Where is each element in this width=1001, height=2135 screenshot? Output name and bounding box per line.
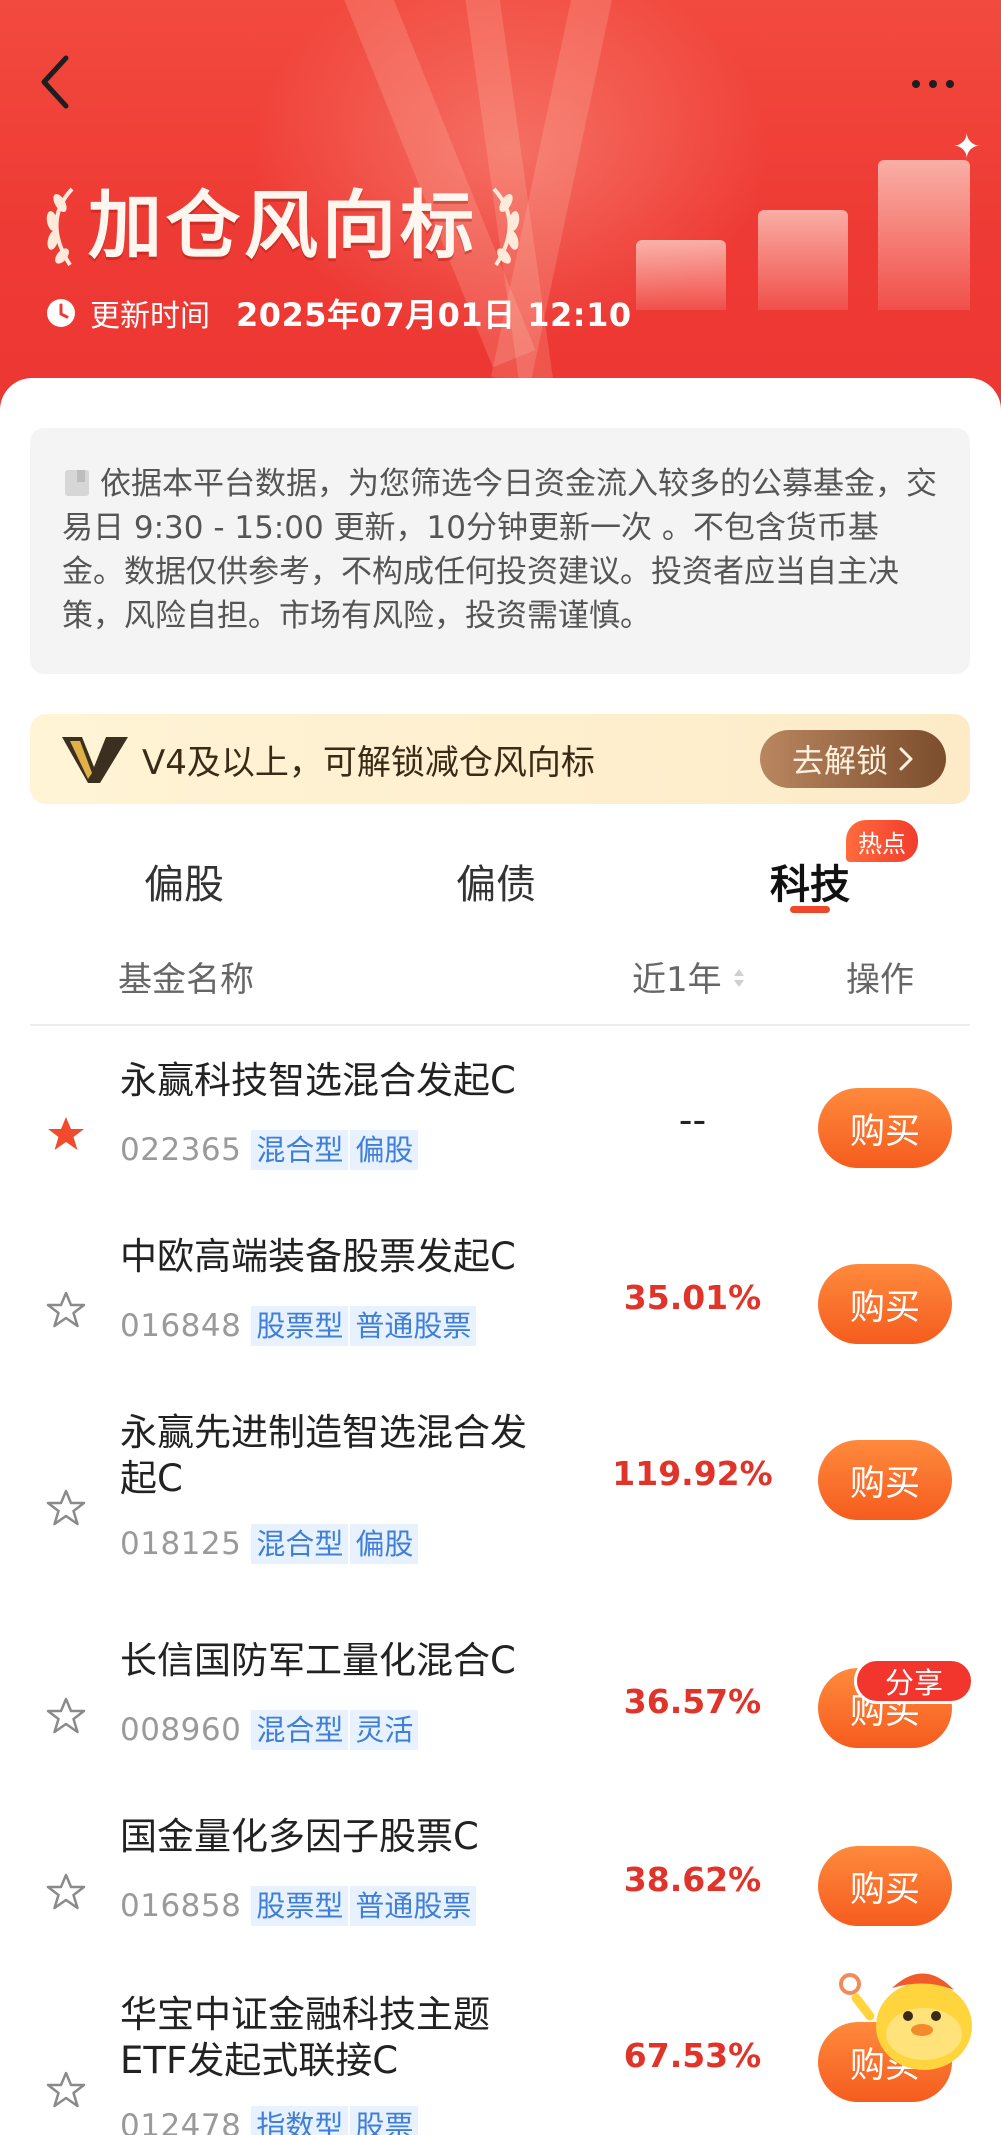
header-divider (30, 1024, 970, 1026)
fund-meta: 016858 股票型 普通股票 (120, 1886, 477, 1926)
star-outline-icon[interactable] (46, 1488, 86, 1528)
fund-code: 012478 (120, 2108, 242, 2135)
header-fund-name: 基金名称 (118, 960, 254, 1000)
sort-icon (733, 969, 744, 987)
share-mascot-icon[interactable] (836, 1938, 986, 2088)
star-outline-icon[interactable] (46, 1872, 86, 1912)
fund-type-tag: 混合型 (251, 1130, 349, 1170)
fund-return: 35.01% (623, 1278, 762, 1317)
active-tab-indicator (790, 906, 830, 913)
title-text: 加仓风向标 (88, 183, 478, 269)
list-header: 基金名称 近1年 操作 (0, 926, 1001, 1022)
fund-name: 永赢科技智选混合发起C (120, 1059, 516, 1102)
chevron-left-icon (41, 55, 69, 109)
update-time: 2025年07月01日 12:10 (236, 296, 632, 334)
fund-return: -- (678, 1098, 707, 1142)
fund-style-tag: 普通股票 (348, 1306, 477, 1346)
clock-icon (47, 299, 75, 327)
laurel-right-icon (492, 187, 520, 267)
content-sheet: 依据本平台数据，为您筛选今日资金流入较多的公募基金，交易日 9:30 - 15:… (0, 378, 1001, 2135)
fund-name: 长信国防军工量化混合C (120, 1639, 516, 1682)
fund-return: 36.57% (623, 1682, 762, 1721)
fund-style-tag: 普通股票 (348, 1886, 477, 1926)
unlock-button-label: 去解锁 (791, 742, 888, 780)
fund-return: 38.62% (623, 1860, 762, 1899)
star-outline-icon[interactable] (46, 1696, 86, 1736)
update-label: 更新时间 (90, 299, 210, 334)
fund-meta: 008960 混合型 灵活 (120, 1710, 419, 1750)
vip-banner-text: V4及以上，可解锁减仓风向标 (142, 742, 595, 783)
fund-name: 中欧高端装备股票发起C (120, 1235, 516, 1278)
laurel-left-icon (46, 187, 74, 267)
fund-code: 022365 (120, 1132, 242, 1168)
fund-meta: 022365 混合型 偏股 (120, 1130, 419, 1170)
fund-row[interactable]: 中欧高端装备股票发起C 016848 股票型 普通股票 35.01% 购买 (0, 1222, 1001, 1392)
buy-button[interactable]: 购买 (818, 1088, 952, 1168)
sparkle-icon: ✦ (952, 127, 982, 167)
fund-row[interactable]: 永赢先进制造智选混合发 起C 018125 混合型 偏股 119.92% 购买 (0, 1398, 1001, 1612)
more-dots-icon (912, 80, 920, 88)
star-outline-icon[interactable] (46, 1290, 86, 1330)
buy-button[interactable]: 购买 (818, 1846, 952, 1926)
share-button[interactable]: 分享 (854, 1658, 974, 1704)
header-action: 操作 (846, 960, 914, 1000)
header-banner: ✦ 加仓风向标 更新时间 2025年07月01日 12:10 (0, 0, 1001, 420)
fund-code: 016848 (120, 1308, 242, 1344)
fund-meta: 016848 股票型 普通股票 (120, 1306, 477, 1346)
fund-code: 018125 (120, 1526, 242, 1562)
fund-style-tag: 股票 (348, 2106, 419, 2135)
header-1yr-return[interactable]: 近1年 (632, 952, 746, 1001)
page-title: 加仓风向标 (32, 176, 534, 276)
fund-type-tag: 指数型 (251, 2106, 349, 2135)
fund-code: 008960 (120, 1712, 242, 1748)
fund-type-tag: 混合型 (251, 1524, 349, 1564)
fund-meta: 012478 指数型 股票 (120, 2106, 419, 2135)
star-outline-icon[interactable] (46, 2070, 86, 2110)
more-button[interactable] (903, 70, 963, 98)
disclaimer-notice: 依据本平台数据，为您筛选今日资金流入较多的公募基金，交易日 9:30 - 15:… (30, 428, 970, 674)
fund-return: 119.92% (612, 1454, 773, 1493)
back-button[interactable] (34, 52, 84, 112)
page: ✦ 加仓风向标 更新时间 2025年07月01日 12:10 依据本平台数据，为… (0, 0, 1001, 2135)
fund-type-tag: 股票型 (251, 1306, 349, 1346)
hot-badge: 热点 (846, 820, 918, 862)
disclaimer-text: 依据本平台数据，为您筛选今日资金流入较多的公募基金，交易日 9:30 - 15:… (62, 466, 937, 634)
buy-button[interactable]: 购买 (818, 1440, 952, 1520)
fund-type-tag: 混合型 (251, 1710, 349, 1750)
tab-stock-biased[interactable]: 偏股 (144, 852, 224, 910)
fund-name: 永赢先进制造智选混合发 起C (120, 1411, 527, 1500)
fund-meta: 018125 混合型 偏股 (120, 1524, 419, 1564)
vip-v-logo-icon (62, 737, 128, 783)
fund-style-tag: 偏股 (348, 1524, 419, 1564)
tab-technology[interactable]: 科技 (770, 852, 850, 910)
tab-bond-biased[interactable]: 偏债 (456, 852, 536, 910)
chevron-right-icon (899, 747, 913, 771)
fund-style-tag: 偏股 (348, 1130, 419, 1170)
buy-button[interactable]: 购买 (818, 1264, 952, 1344)
fund-code: 016858 (120, 1888, 242, 1924)
fund-row[interactable]: 永赢科技智选混合发起C 022365 混合型 偏股 -- 购买 (0, 1046, 1001, 1216)
document-icon (65, 470, 89, 496)
fund-style-tag: 灵活 (348, 1710, 419, 1750)
fund-row[interactable]: 长信国防军工量化混合C 008960 混合型 灵活 36.57% 购买 (0, 1626, 1001, 1796)
unlock-button[interactable]: 去解锁 (760, 730, 946, 788)
vip-unlock-banner[interactable]: V4及以上，可解锁减仓风向标 去解锁 (30, 714, 970, 804)
star-filled-icon[interactable] (46, 1114, 86, 1154)
fund-name: 华宝中证金融科技主题 ETF发起式联接C (120, 1993, 490, 2082)
fund-name: 国金量化多因子股票C (120, 1815, 479, 1858)
update-time-row: 更新时间 2025年07月01日 12:10 (46, 290, 632, 336)
fund-return: 67.53% (623, 2036, 762, 2075)
fund-type-tag: 股票型 (251, 1886, 349, 1926)
